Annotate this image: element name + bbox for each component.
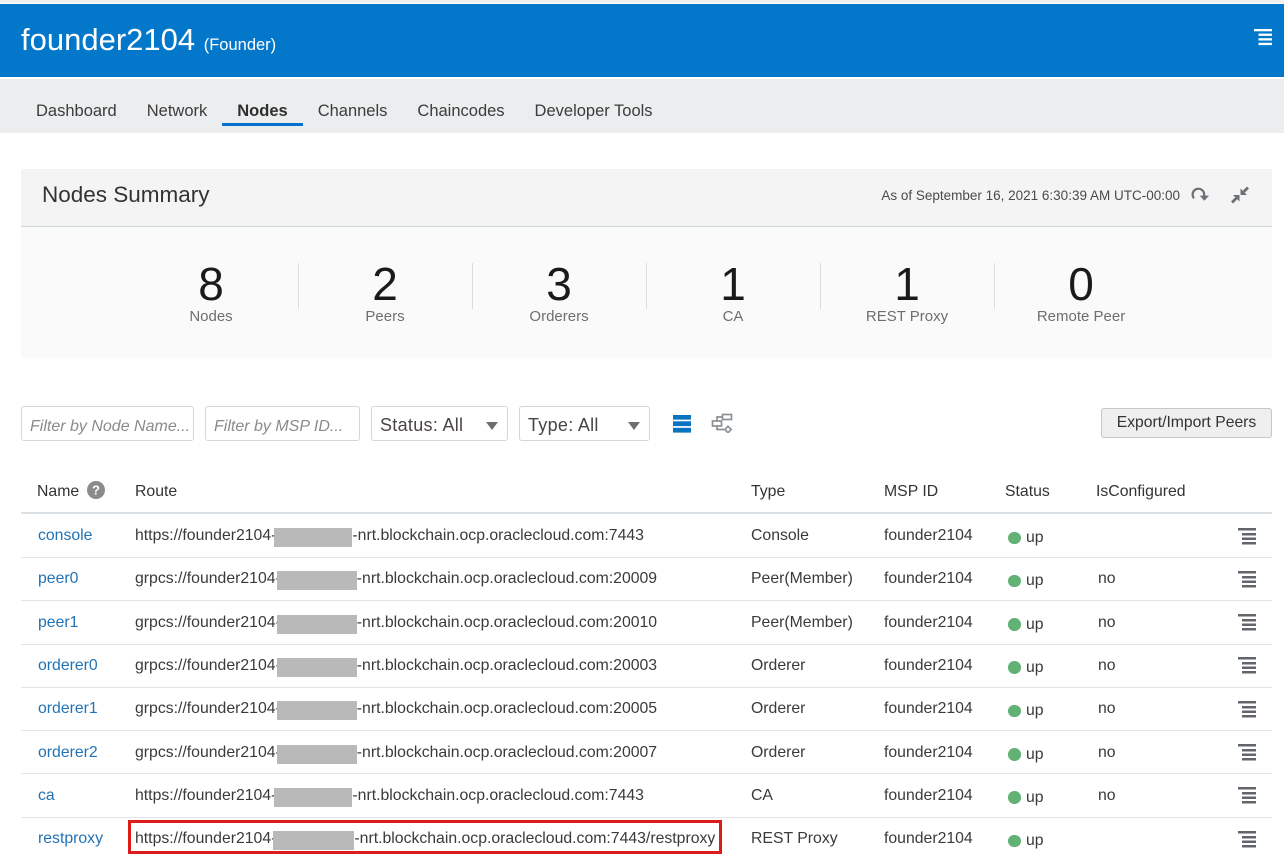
svg-text:?: ?	[92, 483, 100, 498]
